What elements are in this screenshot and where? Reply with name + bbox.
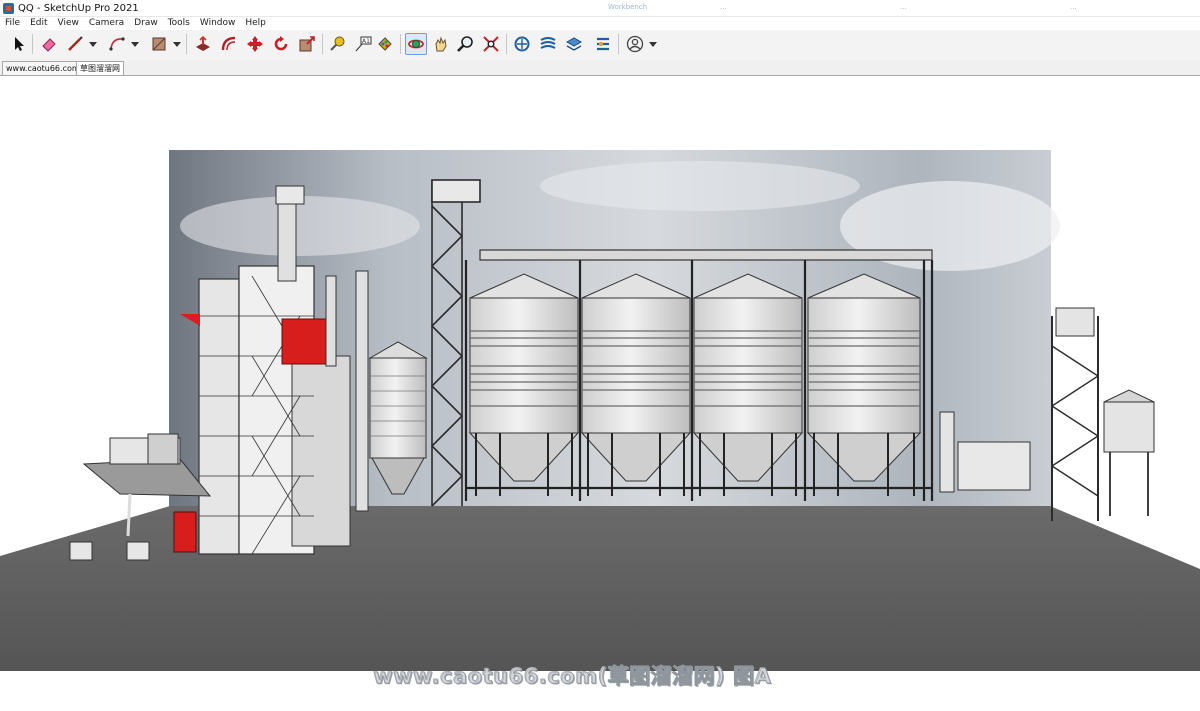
barrier [126,541,150,561]
cloud [540,161,860,211]
orbit-tool-button[interactable] [405,33,427,55]
select-tool-button[interactable] [8,33,30,55]
background-tab[interactable]: ... [1070,3,1077,12]
barrier [69,541,93,561]
offset-tool-button[interactable] [218,33,240,55]
line-tool-dropdown[interactable] [88,33,97,55]
eraser-tool-icon [42,38,56,52]
svg-text:A1: A1 [362,38,370,45]
menu-help[interactable]: Help [240,17,271,30]
tape-measure-tool-icon [330,36,345,51]
window-title: QQ - SketchUp Pro 2021 [18,2,139,14]
scene-tab-caotu-liuliu[interactable]: 草图溜溜网 [76,61,124,75]
large-tool-set-toolbar: A1 [0,30,1200,61]
layout-button[interactable] [563,33,585,55]
rectangle-tool-button[interactable] [148,33,170,55]
layout-icon [565,37,583,51]
account-icon [626,35,644,53]
scene-tab-bar: www.caotu66.com 草图溜溜网 [0,60,1200,76]
account-button[interactable] [624,33,646,55]
paint-bucket-tool-button[interactable] [374,33,396,55]
paint-bucket-tool-icon [378,37,392,51]
eraser-tool-button[interactable] [38,33,60,55]
menu-window[interactable]: Window [195,17,241,30]
background-tab[interactable]: Workbench [608,3,647,12]
text-tool-button[interactable]: A1 [352,33,374,55]
pan-tool-icon [435,36,447,52]
line-tool-button[interactable] [64,33,86,55]
rotate-tool-button[interactable] [270,33,292,55]
pan-tool-button[interactable] [430,33,452,55]
toolbar-separator [618,34,619,54]
arc-tool-dropdown[interactable] [130,33,139,55]
toolbar-separator [400,34,401,54]
toolbar-separator [32,34,33,54]
account-dropdown[interactable] [648,33,657,55]
watermark-text: www.caotu66.com(草图溜溜网) 图A [373,664,771,688]
extension-manager-button[interactable] [592,33,614,55]
offset-tool-icon [221,36,236,51]
scale-tool-button[interactable] [296,33,318,55]
move-tool-button[interactable] [244,33,266,55]
menu-camera[interactable]: Camera [84,17,129,30]
toolbar-separator [322,34,323,54]
background-tab[interactable]: ... [720,3,727,12]
orbit-tool-icon [408,39,424,49]
zoom-extents-tool-button[interactable] [480,33,502,55]
rectangle-tool-dropdown[interactable] [172,33,181,55]
extension-warehouse-icon [540,37,556,49]
sketchup-app-icon [3,2,14,14]
menu-tools[interactable]: Tools [163,17,195,30]
menu-bar: File Edit View Camera Draw Tools Window … [0,17,1200,30]
scene-tab-caotu66[interactable]: www.caotu66.com [2,61,84,75]
select-tool-icon [15,37,24,51]
warehouse-icon [514,36,530,52]
drawing-viewport[interactable]: www.caotu66.com(草图溜溜网) 图A [0,76,1200,711]
push-pull-tool-icon [196,35,210,51]
toolbar-separator [506,34,507,54]
text-tool-icon: A1 [355,36,372,52]
rectangle-tool-icon [152,37,166,51]
red-fan-unit [173,511,197,553]
menu-edit[interactable]: Edit [25,17,52,30]
menu-file[interactable]: File [0,17,25,30]
tape-measure-tool-button[interactable] [326,33,348,55]
zoom-tool-icon [457,36,473,52]
push-pull-tool-button[interactable] [192,33,214,55]
title-bar: QQ - SketchUp Pro 2021 Workbench ... ...… [0,0,1200,17]
extension-warehouse-button[interactable] [537,33,559,55]
scale-tool-icon [299,36,315,52]
menu-view[interactable]: View [53,17,84,30]
toolbar-separator [186,34,187,54]
rotate-tool-icon [274,36,288,51]
line-tool-icon [68,36,83,51]
arc-tool-button[interactable] [106,33,128,55]
grain-silo-model: www.caotu66.com(草图溜溜网) 图A [0,150,1200,688]
cloud [180,196,420,256]
zoom-extents-tool-icon [483,36,499,52]
background-tab[interactable]: ... [900,3,907,12]
move-tool-icon [247,36,263,52]
menu-draw[interactable]: Draw [129,17,163,30]
zoom-tool-button[interactable] [454,33,476,55]
arc-tool-icon [109,37,125,51]
top-conveyor [479,249,933,261]
warehouse-button[interactable] [511,33,533,55]
extension-manager-icon [597,37,609,51]
